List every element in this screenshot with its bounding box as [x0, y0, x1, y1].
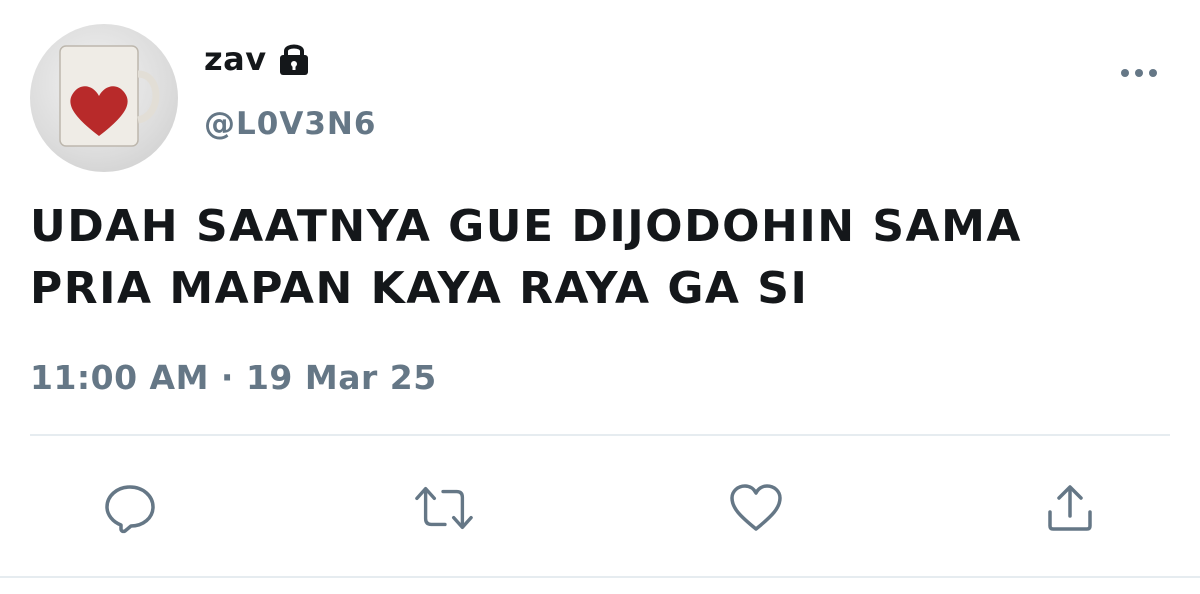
- avatar[interactable]: [30, 24, 178, 172]
- user-handle[interactable]: @L0V3N6: [204, 106, 376, 142]
- share-icon: [1048, 485, 1092, 531]
- like-button[interactable]: [726, 478, 786, 538]
- meta-separator: ·: [220, 358, 234, 397]
- tweet-time[interactable]: 11:00 AM: [30, 358, 209, 397]
- display-name[interactable]: zav: [204, 40, 267, 78]
- divider: [0, 576, 1200, 578]
- divider: [30, 434, 1170, 436]
- tweet-metadata: 11:00 AM · 19 Mar 25: [30, 358, 437, 397]
- reply-button[interactable]: [100, 478, 160, 538]
- tweet-text: UDAH SAATNYA GUE DIJODOHIN SAMA PRIA MAP…: [30, 196, 1150, 320]
- mug-avatar-image: [59, 45, 160, 147]
- lock-icon: [277, 41, 311, 77]
- share-button[interactable]: [1040, 478, 1100, 538]
- tweet-line: UDAH SAATNYA GUE DIJODOHIN SAMA: [30, 201, 1022, 252]
- more-icon: [1121, 69, 1157, 77]
- retweet-icon: [415, 486, 473, 530]
- reply-icon: [105, 485, 155, 534]
- retweet-button[interactable]: [414, 478, 474, 538]
- tweet-date[interactable]: 19 Mar 25: [246, 358, 437, 397]
- heart-icon: [730, 484, 782, 531]
- more-options-button[interactable]: [1112, 52, 1166, 94]
- tweet-line: PRIA MAPAN KAYA RAYA GA SI: [30, 263, 809, 314]
